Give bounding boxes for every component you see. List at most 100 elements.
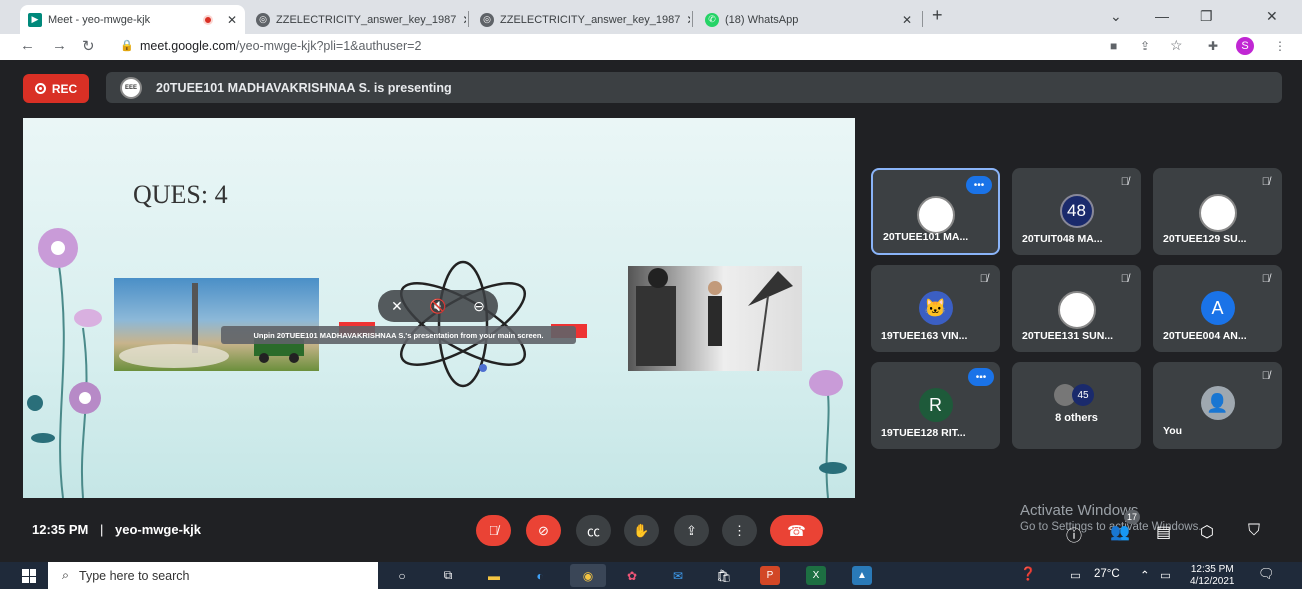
back-arrow-icon[interactable]: ← [20, 37, 35, 54]
share-icon[interactable]: ⇪ [1140, 39, 1150, 53]
mute-speaker-icon[interactable]: 🔇 [429, 298, 446, 315]
help-icon[interactable]: ❓ [1020, 566, 1036, 582]
more-options-button[interactable]: ⋮ [722, 515, 757, 546]
new-tab-button[interactable]: + [932, 5, 943, 26]
store-icon[interactable]: 🛍 [714, 566, 734, 585]
profile-avatar[interactable]: S [1236, 37, 1254, 55]
slide-title: QUES: 4 [133, 180, 228, 209]
participant-tile[interactable]: EEE ••• 20TUEE101 MA... [871, 168, 1000, 255]
cortana-icon[interactable]: ○ [392, 566, 412, 585]
recording-indicator-icon [202, 14, 213, 25]
presenting-banner: EEE 20TUEE101 MADHAVAKRISHNAA S. is pres… [106, 72, 1282, 103]
present-screen-button[interactable]: ⇪ [674, 515, 709, 546]
url-host: meet.google.com [140, 39, 236, 53]
file-explorer-icon[interactable]: ▬ [484, 566, 504, 585]
paint-icon[interactable]: ✿ [622, 566, 642, 585]
minimize-icon[interactable]: — [1155, 8, 1169, 24]
tab-answer-key-1[interactable]: ◎ ZZELECTRICITY_answer_key_1987 ✕ [248, 5, 466, 34]
close-tab-icon[interactable]: ✕ [686, 13, 690, 27]
participant-tile[interactable]: 48 🎙̸ 20TUIT048 MA... [1012, 168, 1141, 255]
task-view-icon[interactable]: ⧉ [438, 566, 458, 585]
globe-icon: ◎ [480, 12, 494, 27]
extensions-puzzle-icon[interactable]: ✚ [1208, 39, 1218, 53]
mic-muted-icon: 🎙̸ [979, 273, 988, 285]
others-count-avatar: 45 [1072, 384, 1094, 406]
atom-graphic [399, 260, 527, 388]
taskbar-clock[interactable]: 12:35 PM 4/12/2021 [1190, 564, 1235, 588]
menu-dots-icon[interactable]: ⋮ [1274, 39, 1286, 53]
participant-tile[interactable]: 🐱 🎙̸ 19TUEE163 VIN... [871, 265, 1000, 352]
close-tab-icon[interactable]: ✕ [902, 13, 912, 27]
weather-temp[interactable]: 27°C [1094, 568, 1120, 580]
end-call-button[interactable]: ☎ [770, 515, 823, 546]
lock-icon: 🔒 [120, 40, 134, 52]
captions-button[interactable]: ㏄ [576, 515, 611, 546]
participant-name: 20TUEE131 SUN... [1022, 330, 1114, 342]
presentation-slide[interactable]: QUES: 4 ✕ 🔇 ⊖ Unpin 20TUEE101 MADHAVAKRI… [23, 118, 855, 498]
powerpoint-icon[interactable]: P [760, 566, 780, 585]
windows-start-icon[interactable] [22, 569, 36, 583]
mic-muted-icon: 🎙̸ [1261, 176, 1270, 188]
taskbar-search-box[interactable]: ⌕ Type here to search [48, 562, 378, 589]
others-tile[interactable]: 45 8 others [1012, 362, 1141, 449]
remove-icon[interactable]: ⊖ [473, 298, 485, 315]
weather-icon[interactable]: ▭ [1070, 568, 1081, 582]
self-tile[interactable]: 👤 🎙̸ You [1153, 362, 1282, 449]
activities-icon[interactable]: ⬡ [1200, 522, 1214, 542]
battery-icon[interactable]: ▭ [1160, 568, 1171, 582]
tab-meet[interactable]: ▶ Meet - yeo-mwge-kjk ✕ [20, 5, 245, 34]
participant-avatar: 48 [1059, 194, 1094, 228]
chat-icon[interactable]: ▤ [1156, 522, 1171, 542]
people-count-badge: 17 [1124, 510, 1140, 524]
notifications-icon[interactable]: 🗨 [1258, 566, 1275, 582]
mail-icon[interactable]: ✉ [668, 566, 688, 585]
participant-tile[interactable]: A 🎙̸ 20TUEE004 AN... [1153, 265, 1282, 352]
forward-arrow-icon[interactable]: → [52, 37, 67, 54]
drilling-rig-image [114, 278, 319, 371]
participant-tile[interactable]: EEE 🎙̸ 20TUEE129 SU... [1153, 168, 1282, 255]
tab-meet-title: Meet - yeo-mwge-kjk [48, 13, 151, 26]
meeting-details-icon[interactable]: ⓘ [1066, 522, 1082, 546]
close-tab-icon[interactable]: ✕ [462, 13, 466, 27]
close-tab-icon[interactable]: ✕ [227, 13, 237, 27]
camera-in-use-icon[interactable]: ■ [1110, 39, 1117, 53]
photos-icon[interactable]: ▲ [852, 566, 872, 585]
bookmark-star-icon[interactable]: ☆ [1170, 37, 1183, 54]
self-avatar: 👤 [1200, 386, 1235, 420]
flower-decoration-right [809, 370, 847, 498]
participant-avatar: 🐱 [918, 291, 953, 325]
photographer-image [628, 266, 802, 372]
tab-whatsapp[interactable]: ✆ (18) WhatsApp ✕ [697, 5, 920, 34]
reload-icon[interactable]: ↻ [82, 37, 95, 55]
participant-tile[interactable]: R •▪• 19TUEE128 RIT... [871, 362, 1000, 449]
speaking-indicator-icon: •▪• [968, 368, 994, 386]
tab-answer-key-2[interactable]: ◎ ZZELECTRICITY_answer_key_1987 ✕ [472, 5, 690, 34]
host-controls-icon[interactable]: ⛉ [1248, 522, 1260, 540]
close-window-icon[interactable]: ✕ [1266, 8, 1278, 25]
taskbar-search-placeholder: Type here to search [79, 568, 190, 583]
tab-search-icon[interactable]: ⌄ [1110, 8, 1122, 25]
others-label: 8 others [1055, 412, 1098, 424]
participant-name: 19TUEE128 RIT... [881, 427, 966, 439]
excel-icon[interactable]: X [806, 566, 826, 585]
people-icon[interactable]: 👥 [1110, 522, 1130, 542]
tray-expand-icon[interactable]: ⌃ [1140, 568, 1150, 582]
restore-icon[interactable]: ❐ [1200, 8, 1213, 25]
participant-name: 19TUEE163 VIN... [881, 330, 968, 342]
unpin-icon[interactable]: ✕ [391, 298, 403, 315]
info-separator: | [100, 522, 104, 537]
participant-avatar: EEE [916, 196, 955, 234]
chrome-icon[interactable]: ◉ [570, 564, 606, 587]
participant-tile[interactable]: EEE 🎙̸ 20TUEE131 SUN... [1012, 265, 1141, 352]
mic-toggle-button[interactable]: 🎙̸ [476, 515, 511, 546]
edge-icon[interactable]: ◐ [530, 566, 550, 585]
url-field[interactable]: meet.google.com/yeo-mwge-kjk?pli=1&authu… [140, 39, 421, 53]
camera-toggle-button[interactable]: ⊘ [526, 515, 561, 546]
others-avatars: 45 [1054, 384, 1094, 406]
more-options-icon[interactable]: ••• [966, 176, 992, 194]
participant-name: 20TUEE129 SU... [1163, 233, 1247, 245]
presenter-avatar: EEE [120, 76, 142, 99]
tab-whatsapp-title: (18) WhatsApp [725, 13, 799, 26]
raise-hand-button[interactable]: ✋ [624, 515, 659, 546]
search-icon: ⌕ [62, 568, 70, 582]
